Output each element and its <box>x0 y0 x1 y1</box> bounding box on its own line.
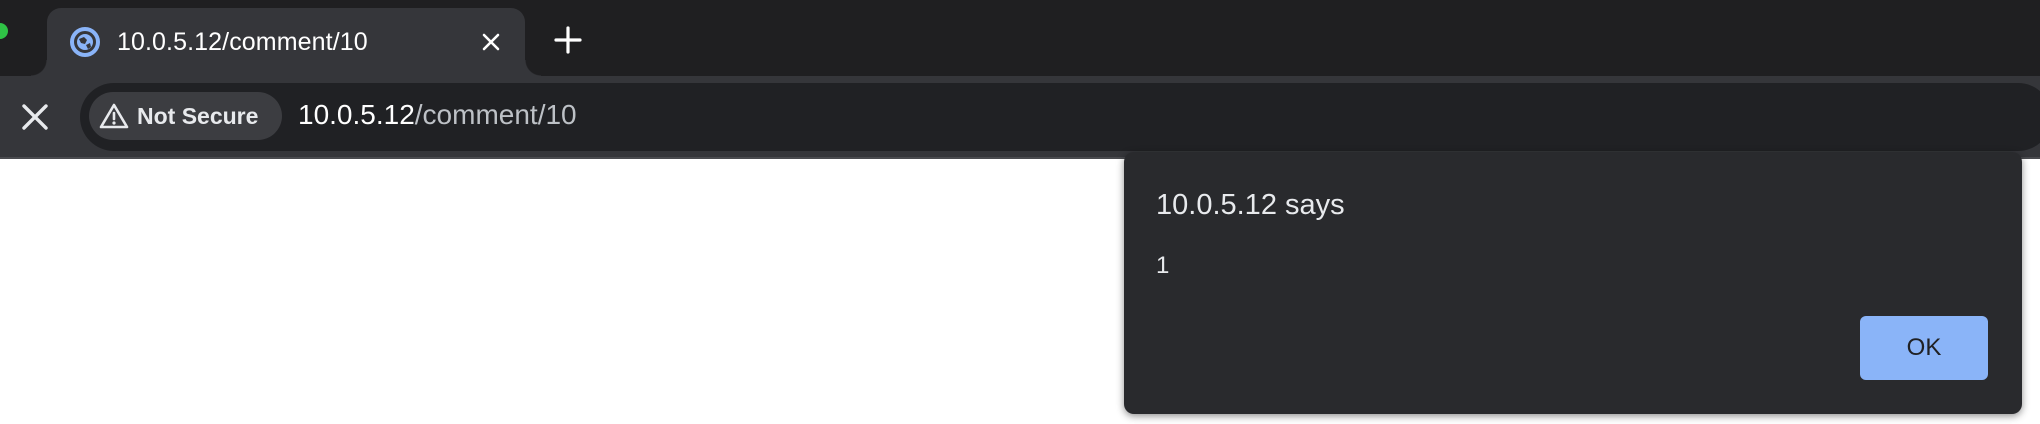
ok-button[interactable]: OK <box>1860 316 1988 380</box>
window-maximize-button[interactable] <box>0 23 8 39</box>
security-chip[interactable]: Not Secure <box>89 92 282 140</box>
url-host: 10.0.5.12 <box>298 99 415 130</box>
tab-active[interactable]: 10.0.5.12/comment/10 <box>31 8 541 76</box>
warning-icon <box>99 102 129 130</box>
tab-strip: 10.0.5.12/comment/10 <box>0 0 2040 76</box>
plus-icon <box>554 26 582 54</box>
new-tab-button[interactable] <box>552 24 584 56</box>
security-chip-label: Not Secure <box>137 103 259 129</box>
tab-title: 10.0.5.12/comment/10 <box>117 28 368 56</box>
close-icon <box>22 104 48 130</box>
url-path: /comment/10 <box>414 99 577 130</box>
browser-toolbar: Not Secure 10.0.5.12/comment/10 <box>0 76 2040 158</box>
address-bar[interactable]: Not Secure 10.0.5.12/comment/10 <box>80 83 2040 151</box>
dialog-message: 1 <box>1156 252 1170 279</box>
dialog-title: 10.0.5.12 says <box>1156 189 1345 221</box>
stop-loading-button[interactable] <box>16 98 54 136</box>
globe-icon <box>69 26 101 58</box>
url-text[interactable]: 10.0.5.12/comment/10 <box>298 99 577 131</box>
tab-close-icon[interactable] <box>479 30 503 54</box>
alert-dialog: 10.0.5.12 says 1 OK <box>1124 152 2022 414</box>
